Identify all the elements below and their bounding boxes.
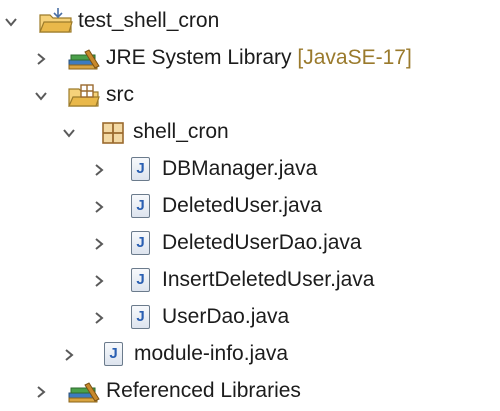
java-file-label[interactable]: DBManager.java (162, 157, 317, 181)
chevron-right-icon[interactable] (34, 385, 48, 399)
tree-row-project[interactable]: test_shell_cron (0, 3, 500, 40)
tree-row-java-file[interactable]: J DBManager.java (0, 152, 500, 189)
java-file-icon: J (131, 157, 150, 181)
java-file-icon: J (104, 342, 123, 366)
chevron-right-icon[interactable] (92, 274, 106, 288)
tree-row-jre-library[interactable]: JRE System Library [JavaSE-17] (0, 40, 500, 77)
library-icon (68, 382, 100, 403)
tree-row-java-file[interactable]: J DeletedUserDao.java (0, 226, 500, 263)
source-folder-icon (68, 84, 100, 107)
src-label[interactable]: src (106, 83, 134, 107)
java-file-label[interactable]: DeletedUserDao.java (162, 231, 362, 255)
referenced-libraries-label[interactable]: Referenced Libraries (106, 379, 301, 403)
java-file-label[interactable]: UserDao.java (162, 305, 289, 329)
library-icon (68, 49, 100, 70)
tree-row-package-shell-cron[interactable]: shell_cron (0, 114, 500, 151)
jre-version-decoration: [JavaSE-17] (297, 46, 412, 69)
chevron-right-icon[interactable] (92, 237, 106, 251)
module-info-label[interactable]: module-info.java (134, 342, 288, 366)
chevron-right-icon[interactable] (92, 311, 106, 325)
chevron-right-icon[interactable] (92, 163, 106, 177)
tree-row-referenced-libraries[interactable]: Referenced Libraries (0, 374, 500, 411)
chevron-down-icon[interactable] (62, 126, 76, 140)
package-icon (102, 122, 124, 144)
project-folder-icon (39, 8, 73, 33)
java-file-label[interactable]: DeletedUser.java (162, 194, 322, 218)
chevron-down-icon[interactable] (4, 15, 18, 29)
tree-row-module-info[interactable]: J module-info.java (0, 337, 500, 374)
java-file-icon: J (131, 305, 150, 329)
chevron-right-icon[interactable] (62, 348, 76, 362)
chevron-right-icon[interactable] (92, 200, 106, 214)
tree-row-java-file[interactable]: J DeletedUser.java (0, 189, 500, 226)
java-file-icon: J (131, 268, 150, 292)
tree-row-src[interactable]: src (0, 77, 500, 114)
jre-library-label[interactable]: JRE System Library (106, 46, 292, 69)
chevron-down-icon[interactable] (34, 89, 48, 103)
tree-row-java-file[interactable]: J InsertDeletedUser.java (0, 263, 500, 300)
java-file-icon: J (131, 231, 150, 255)
project-name[interactable]: test_shell_cron (78, 9, 219, 33)
chevron-right-icon[interactable] (34, 52, 48, 66)
tree-row-java-file[interactable]: J UserDao.java (0, 300, 500, 337)
java-file-label[interactable]: InsertDeletedUser.java (162, 268, 374, 292)
java-file-icon: J (131, 194, 150, 218)
package-label[interactable]: shell_cron (133, 120, 229, 144)
package-explorer-tree: test_shell_cron JRE System Library [Java… (0, 0, 500, 411)
